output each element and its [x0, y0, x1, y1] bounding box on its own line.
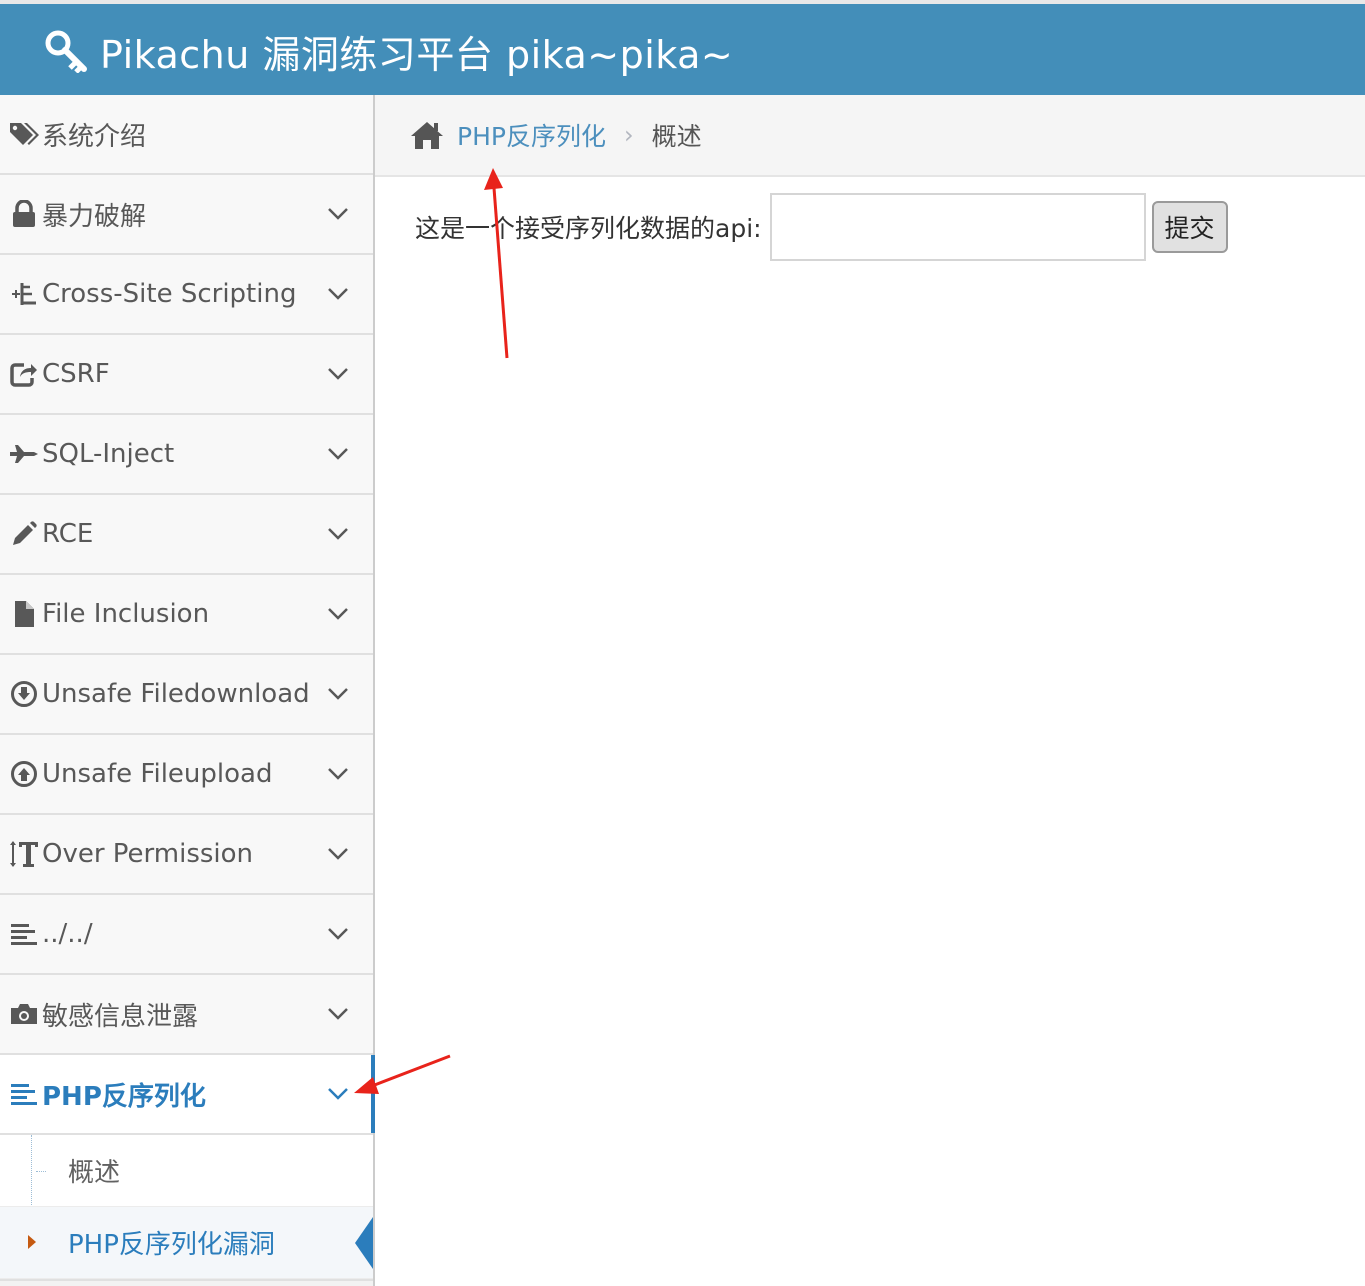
api-form: 这是一个接受序列化数据的api: 提交 [415, 193, 1228, 261]
sidebar-item-intro[interactable]: 系统介绍 [0, 95, 373, 175]
pencil-icon [8, 518, 40, 550]
sidebar-item-label: SQL-Inject [42, 439, 175, 469]
submenu-item-label: 概述 [68, 1158, 121, 1188]
sidebar-item-label: RCE [42, 519, 94, 549]
code-fork-icon [8, 278, 40, 310]
submenu-item-overview[interactable]: 概述 [0, 1135, 373, 1207]
tags-icon [8, 118, 40, 150]
submit-button[interactable]: 提交 [1151, 201, 1228, 253]
sidebar-item-label: CSRF [42, 359, 110, 389]
fighter-jet-icon [8, 438, 40, 470]
file-icon [8, 598, 40, 630]
sidebar-item-unsafe-fileupload[interactable]: Unsafe Fileupload [0, 735, 373, 815]
sidebar-item-over-permission[interactable]: Over Permission [0, 815, 373, 895]
sidebar-item-php-unserialize[interactable]: PHP反序列化 [0, 1055, 375, 1135]
chevron-down-icon [328, 608, 348, 620]
submenu-item-php-unserialize-vuln[interactable]: PHP反序列化漏洞 [0, 1207, 373, 1279]
sidebar-item-directory-traversal[interactable]: ../../ [0, 895, 373, 975]
sidebar-item-label: File Inclusion [42, 599, 210, 629]
sidebar-item-file-inclusion[interactable]: File Inclusion [0, 575, 373, 655]
sidebar-item-rce[interactable]: RCE [0, 495, 373, 575]
api-label: 这是一个接受序列化数据的api: [415, 214, 762, 243]
key-icon [45, 30, 87, 73]
sidebar-item-label: Over Permission [42, 839, 254, 869]
text-height-icon [8, 838, 40, 870]
upload-circle-icon [8, 758, 40, 790]
chevron-down-icon [328, 1088, 348, 1100]
submenu-php-unserialize: 概述 PHP反序列化漏洞 [0, 1135, 373, 1281]
breadcrumb: PHP反序列化 › 概述 [375, 95, 1365, 177]
sidebar-item-label: 系统介绍 [42, 121, 147, 152]
tree-dash [36, 1171, 46, 1172]
app-title: Pikachu 漏洞练习平台 pika~pika~ [100, 32, 734, 77]
top-navbar: Pikachu 漏洞练习平台 pika~pika~ [0, 0, 1365, 95]
api-input[interactable] [769, 193, 1146, 261]
sidebar-item-label: 暴力破解 [42, 201, 147, 232]
chevron-down-icon [328, 768, 348, 780]
active-notch [355, 1217, 373, 1269]
chevron-down-icon [328, 1008, 348, 1020]
breadcrumb-link[interactable]: PHP反序列化 [457, 117, 606, 153]
sidebar: 系统介绍 暴力破解 Cross-Site Scripting CSRF SQL-… [0, 95, 375, 1286]
home-icon[interactable] [409, 120, 445, 150]
sidebar-item-label: ../../ [42, 919, 93, 949]
active-indicator [371, 1055, 375, 1133]
submenu-item-label: PHP反序列化漏洞 [68, 1230, 275, 1260]
sidebar-item-label: PHP反序列化 [42, 1081, 206, 1112]
sidebar-item-label: Unsafe Filedownload [42, 679, 310, 709]
chevron-down-icon [328, 208, 348, 220]
chevron-down-icon [328, 688, 348, 700]
chevron-down-icon [328, 288, 348, 300]
sidebar-item-csrf[interactable]: CSRF [0, 335, 373, 415]
sidebar-item-info-leak[interactable]: 敏感信息泄露 [0, 975, 373, 1055]
sidebar-item-xss[interactable]: Cross-Site Scripting [0, 255, 373, 335]
download-circle-icon [8, 678, 40, 710]
chevron-down-icon [328, 848, 348, 860]
chevron-down-icon [328, 368, 348, 380]
brand-link[interactable]: Pikachu 漏洞练习平台 pika~pika~ [44, 26, 734, 77]
share-square-icon [8, 358, 40, 390]
chevron-right-icon: › [623, 121, 634, 149]
align-left-icon [8, 1078, 40, 1110]
sidebar-item-label: Cross-Site Scripting [42, 279, 297, 309]
sidebar-item-sql-inject[interactable]: SQL-Inject [0, 415, 373, 495]
sidebar-item-unsafe-filedownload[interactable]: Unsafe Filedownload [0, 655, 373, 735]
chevron-down-icon [328, 928, 348, 940]
chevron-down-icon [328, 448, 348, 460]
align-left-icon [8, 918, 40, 950]
sidebar-item-brute-force[interactable]: 暴力破解 [0, 175, 373, 255]
lock-icon [8, 198, 40, 230]
breadcrumb-current: 概述 [651, 122, 702, 151]
sidebar-item-label: 敏感信息泄露 [42, 1001, 199, 1032]
sidebar-item-label: Unsafe Fileupload [42, 759, 273, 789]
chevron-down-icon [328, 528, 348, 540]
camera-icon [8, 998, 40, 1030]
caret-right-icon [28, 1235, 36, 1249]
